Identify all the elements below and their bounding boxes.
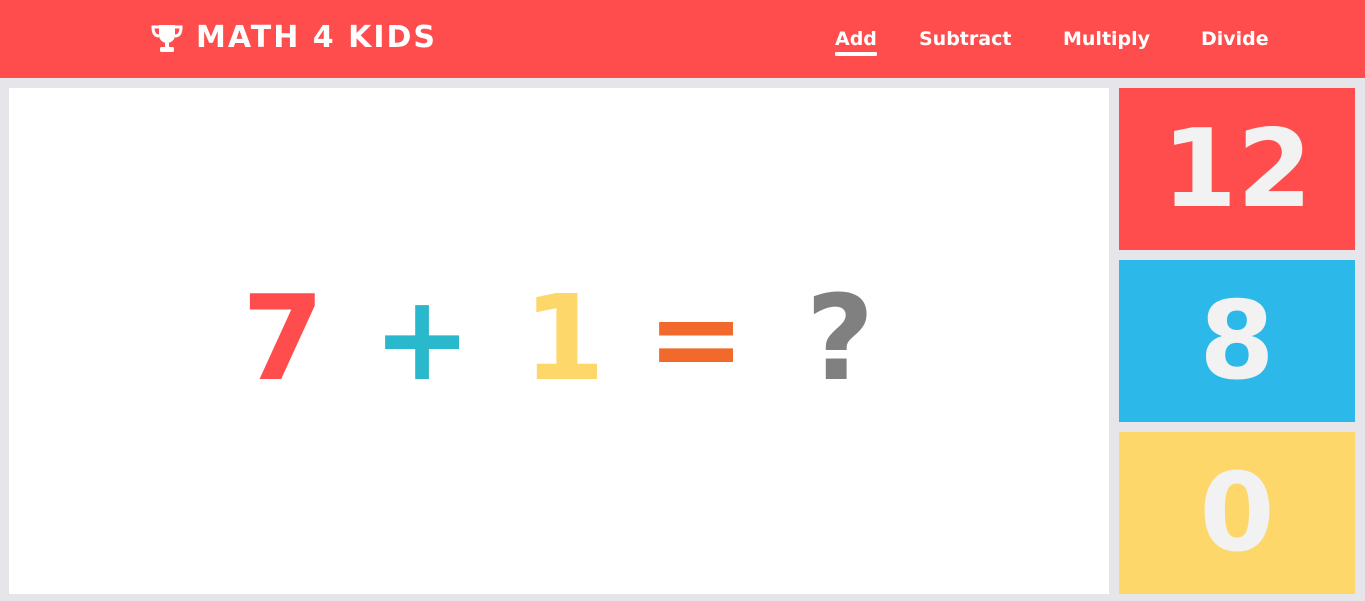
nav-subtract[interactable]: Subtract <box>919 24 1011 54</box>
operator-symbol: + <box>372 269 472 407</box>
nav-add[interactable]: Add <box>835 24 877 56</box>
nav-multiply[interactable]: Multiply <box>1063 24 1150 54</box>
nav-divide[interactable]: Divide <box>1201 24 1269 54</box>
unknown-symbol: ? <box>805 269 875 407</box>
problem-board: 7 + 1 = ? <box>9 88 1109 594</box>
app-header: MATH 4 KIDS Add Subtract Multiply Divide <box>0 0 1365 78</box>
answer-option-12[interactable]: 12 <box>1119 88 1355 250</box>
operand-a: 7 <box>241 269 325 407</box>
operand-b: 1 <box>522 269 606 407</box>
equals-symbol: = <box>646 269 746 407</box>
answer-option-0[interactable]: 0 <box>1119 432 1355 594</box>
answer-option-8[interactable]: 8 <box>1119 260 1355 422</box>
operation-nav: Add Subtract Multiply Divide <box>0 24 1365 58</box>
